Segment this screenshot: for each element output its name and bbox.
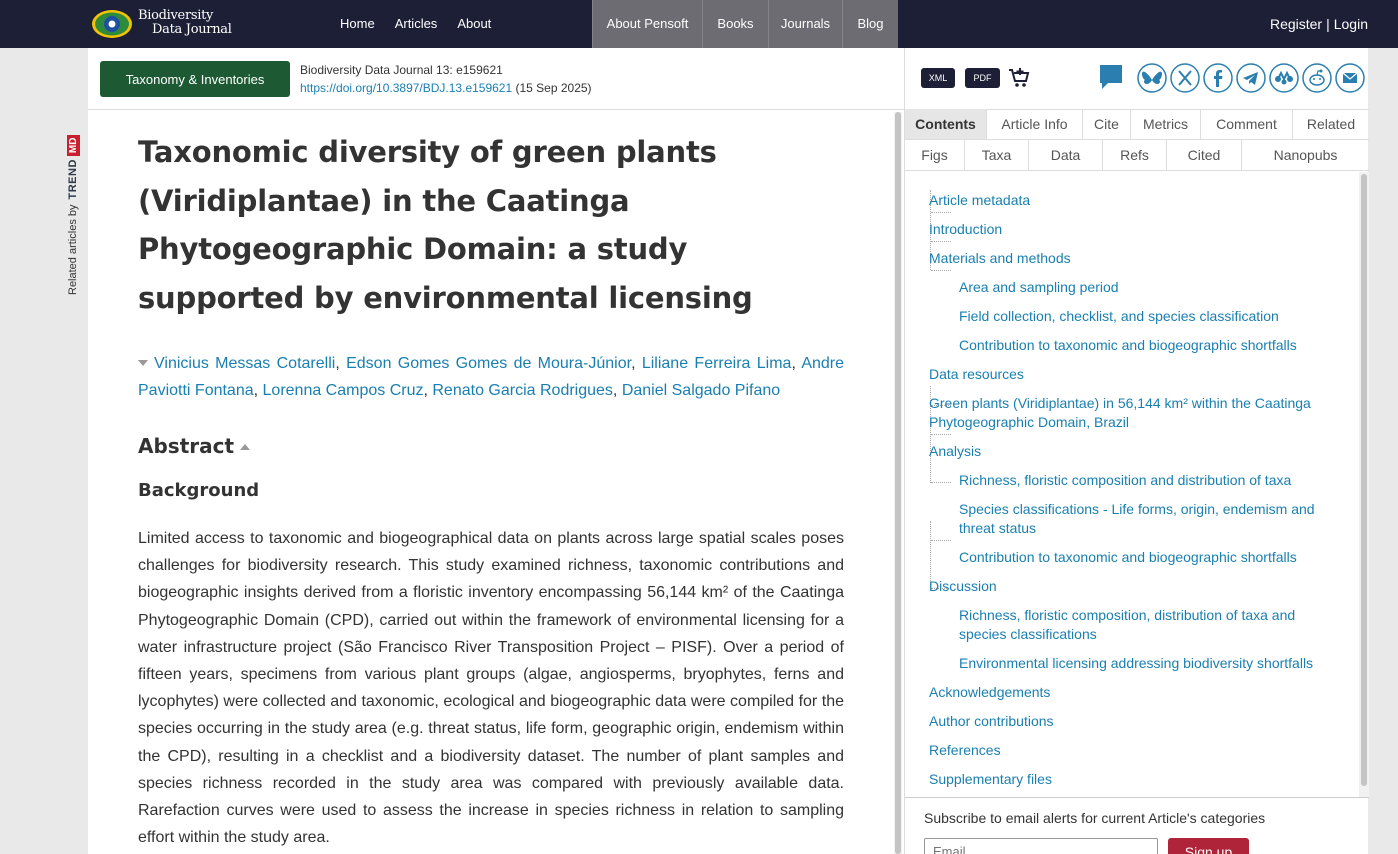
tab-nanopubs[interactable]: Nanopubs (1242, 140, 1369, 170)
bluesky-icon[interactable] (1137, 63, 1167, 93)
toc-lower: Acknowledgements Author contributions Re… (905, 172, 1359, 797)
nav-blog[interactable]: Blog (842, 0, 898, 48)
xml-button[interactable]: XML (921, 68, 955, 88)
email-input[interactable] (924, 838, 1158, 854)
separator: | (1326, 16, 1330, 32)
tab-related[interactable]: Related (1293, 109, 1369, 139)
background-heading: Background (138, 480, 260, 501)
x-icon[interactable] (1170, 63, 1200, 93)
tabs-row-2: Figs Taxa Data Refs Cited Nanopubs (905, 140, 1369, 171)
logo-line2: Data Journal (152, 22, 232, 37)
expand-authors-icon[interactable] (138, 360, 148, 366)
main-nav: Home Articles About (330, 0, 501, 48)
nav-books[interactable]: Books (702, 0, 768, 48)
signup-button[interactable]: Sign up (1168, 838, 1249, 854)
author-list: Vinicius Messas Cotarelli, Edson Gomes G… (138, 355, 845, 399)
collapse-icon (240, 444, 251, 450)
top-navbar: Biodiversity Data Journal Home Articles … (0, 0, 1398, 48)
eye-logo-icon (92, 10, 132, 38)
author-link[interactable]: Liliane Ferreira Lima (642, 355, 792, 372)
tab-taxa[interactable]: Taxa (965, 140, 1029, 170)
toc-item[interactable]: Supplementary files (929, 770, 1052, 789)
trendmd-brand: TREND (67, 159, 79, 200)
nav-articles[interactable]: Articles (385, 0, 448, 48)
category-button[interactable]: Taxonomy & Inventories (100, 61, 290, 97)
tab-article-info[interactable]: Article Info (987, 109, 1083, 139)
tab-cite[interactable]: Cite (1083, 109, 1131, 139)
register-link[interactable]: Register (1270, 16, 1322, 32)
journal-logo[interactable]: Biodiversity Data Journal (92, 7, 232, 41)
account-nav: Register | Login (1270, 0, 1368, 48)
tabs-row-1: Contents Article Info Cite Metrics Comme… (905, 109, 1369, 140)
tab-comment[interactable]: Comment (1201, 109, 1293, 139)
journal-info: Biodiversity Data Journal 13: e159621 ht… (300, 61, 592, 97)
tab-refs[interactable]: Refs (1103, 140, 1167, 170)
journal-ref: Biodiversity Data Journal 13: e159621 (300, 63, 503, 77)
reddit-icon[interactable] (1302, 63, 1332, 93)
logo-line1: Biodiversity (138, 8, 214, 23)
tab-figs[interactable]: Figs (905, 140, 965, 170)
tab-contents[interactable]: Contents (905, 109, 987, 139)
author-link[interactable]: Renato Garcia Rodrigues (432, 382, 613, 399)
facebook-icon[interactable] (1203, 63, 1233, 93)
doi-link[interactable]: https://doi.org/10.3897/BDJ.13.e159621 (300, 81, 512, 95)
article-title: Taxonomic diversity of green plants (Vir… (138, 135, 753, 315)
mendeley-icon[interactable] (1269, 63, 1299, 93)
nav-journals[interactable]: Journals (768, 0, 842, 48)
nav-home[interactable]: Home (330, 0, 385, 48)
pub-date: (15 Sep 2025) (515, 81, 592, 95)
nav-about[interactable]: About (447, 0, 501, 48)
pdf-button[interactable]: PDF (965, 68, 1000, 88)
sidebar-panel: XML PDF Contents Article Info Cite Metri… (904, 48, 1369, 854)
author-link[interactable]: Vinicius Messas Cotarelli (154, 355, 335, 372)
abstract-text: Limited access to taxonomic and biogeogr… (138, 530, 844, 847)
abstract-heading[interactable]: Abstract (138, 434, 844, 458)
trendmd-badge: MD (66, 134, 80, 157)
toc-item[interactable]: Acknowledgements (929, 683, 1050, 702)
comment-icon[interactable] (1098, 63, 1124, 91)
subscribe-text: Subscribe to email alerts for current Ar… (924, 810, 1266, 826)
author-link[interactable]: Lorenna Campos Cruz (263, 382, 424, 399)
logo-text: Biodiversity Data Journal (138, 9, 232, 37)
trendmd-widget[interactable]: Related articles by TREND MD (63, 115, 83, 295)
article-tools: XML PDF (905, 48, 1369, 110)
login-link[interactable]: Login (1334, 16, 1368, 32)
toc-item[interactable]: References (929, 741, 1001, 760)
cart-icon[interactable] (1007, 66, 1031, 90)
article-header: Taxonomy & Inventories Biodiversity Data… (88, 48, 904, 110)
email-icon[interactable] (1335, 63, 1365, 93)
pensoft-nav: About Pensoft Books Journals Blog (592, 0, 898, 48)
article-scrollbar[interactable] (894, 112, 902, 854)
toc-item[interactable]: Author contributions (929, 712, 1054, 731)
author-link[interactable]: Edson Gomes Gomes de Moura-Júnior (346, 355, 631, 372)
trendmd-label: Related articles by (67, 204, 79, 296)
author-link[interactable]: Daniel Salgado Pifano (622, 382, 780, 399)
tab-cited[interactable]: Cited (1167, 140, 1242, 170)
tab-metrics[interactable]: Metrics (1131, 109, 1201, 139)
toc-scrollbar[interactable] (1359, 172, 1369, 797)
nav-about-pensoft[interactable]: About Pensoft (592, 0, 702, 48)
article-body: Taxonomic diversity of green plants (Vir… (138, 128, 844, 851)
tab-data[interactable]: Data (1029, 140, 1103, 170)
article-panel: Taxonomy & Inventories Biodiversity Data… (88, 48, 904, 854)
subscribe-box: Subscribe to email alerts for current Ar… (905, 797, 1369, 854)
telegram-icon[interactable] (1236, 63, 1266, 93)
